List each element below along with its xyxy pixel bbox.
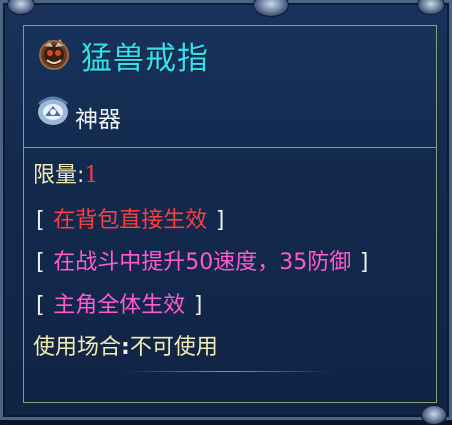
usage-colon: : <box>121 335 130 360</box>
limit-row: 限量:1 <box>33 157 98 189</box>
limit-value: 1 <box>84 163 99 188</box>
item-name: 猛兽戒指 <box>81 41 209 77</box>
bottom-decor-line <box>123 371 333 372</box>
limit-label: 限量: <box>33 163 85 188</box>
effect-text-1: 在背包直接生效 <box>53 208 208 233</box>
artifact-icon <box>35 94 71 132</box>
header-divider <box>23 147 437 148</box>
bracket-open: [ <box>33 208 47 233</box>
frame-ornament-top-right <box>417 0 445 15</box>
frame-ornament-top-left <box>7 0 35 15</box>
item-type: 神器 <box>75 107 121 133</box>
effect-row-1: [ 在背包直接生效 ] <box>33 202 228 234</box>
bracket-close: ] <box>358 250 372 275</box>
usage-label: 使用场合 <box>33 335 122 360</box>
item-tooltip: 猛兽戒指 神器 限量:1 [ 在背包直接生效 ] [ 在战斗中提升50速度，35… <box>0 0 452 425</box>
usage-value: 不可使用 <box>129 335 218 360</box>
usage-row: 使用场合:不可使用 <box>33 329 218 361</box>
frame-ornament-top-middle <box>253 0 289 17</box>
frame-ornament-bottom-right <box>421 405 447 425</box>
effect-row-3: [ 主角全体生效 ] <box>33 287 206 319</box>
bracket-open: [ <box>33 250 47 275</box>
effect-text-2: 在战斗中提升50速度，35防御 <box>53 250 352 275</box>
ring-icon <box>36 36 72 76</box>
bracket-close: ] <box>214 208 228 233</box>
effect-text-3: 主角全体生效 <box>53 293 186 318</box>
bracket-open: [ <box>33 293 47 318</box>
bracket-close: ] <box>192 293 206 318</box>
effect-row-2: [ 在战斗中提升50速度，35防御 ] <box>33 244 372 276</box>
